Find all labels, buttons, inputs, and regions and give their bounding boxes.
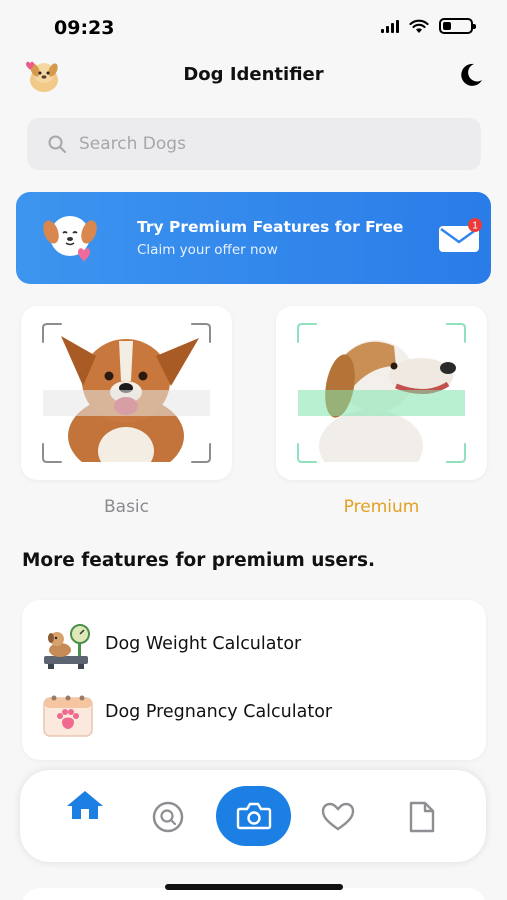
search-icon	[48, 135, 66, 153]
status-bar: 09:23	[0, 0, 507, 56]
camera-icon	[236, 802, 272, 830]
dog-scale-icon	[44, 624, 90, 669]
promo-title: Try Premium Features for Free	[137, 218, 404, 236]
mail-icon: 1	[439, 218, 482, 252]
heart-icon[interactable]	[320, 802, 356, 832]
battery-icon	[439, 18, 476, 34]
premium-dog-image	[297, 323, 466, 463]
basic-dog-image	[42, 323, 211, 463]
status-time: 09:23	[54, 17, 115, 39]
notification-badge: 1	[472, 221, 478, 232]
premium-features-card: Dog Weight Calculator Dog Pregnancy Calc…	[22, 600, 486, 760]
premium-mode-label[interactable]: Premium	[276, 497, 487, 517]
cellular-signal-icon	[381, 19, 399, 33]
page-title: Dog Identifier	[183, 64, 324, 85]
premium-features-heading: More features for premium users.	[22, 550, 376, 571]
premium-promo-banner[interactable]: Try Premium Features for Free Claim your…	[16, 192, 491, 284]
basic-mode-label[interactable]: Basic	[21, 497, 232, 517]
search-icon[interactable]	[151, 800, 185, 834]
home-icon[interactable]	[64, 788, 106, 822]
basic-mode-card[interactable]	[21, 306, 232, 480]
wifi-icon	[409, 19, 429, 33]
home-indicator[interactable]	[165, 884, 343, 890]
app-header: Dog Identifier	[0, 52, 507, 100]
camera-button[interactable]	[216, 786, 291, 846]
promo-subtitle: Claim your offer now	[137, 242, 278, 258]
dog-pregnancy-calculator-item[interactable]: Dog Pregnancy Calculator	[22, 686, 486, 742]
dog-face-icon	[43, 216, 97, 262]
dog-pregnancy-calculator-label: Dog Pregnancy Calculator	[105, 702, 333, 722]
search-bar[interactable]	[27, 118, 481, 170]
status-icons	[381, 18, 476, 34]
bottom-tab-bar	[20, 770, 486, 862]
search-input[interactable]	[79, 134, 459, 154]
dark-mode-moon-icon[interactable]	[455, 60, 485, 90]
document-icon[interactable]	[408, 800, 436, 834]
dog-weight-calculator-label: Dog Weight Calculator	[105, 634, 302, 654]
calendar-paw-icon	[43, 695, 93, 737]
dog-weight-calculator-item[interactable]: Dog Weight Calculator	[22, 618, 486, 674]
premium-mode-card[interactable]	[276, 306, 487, 480]
